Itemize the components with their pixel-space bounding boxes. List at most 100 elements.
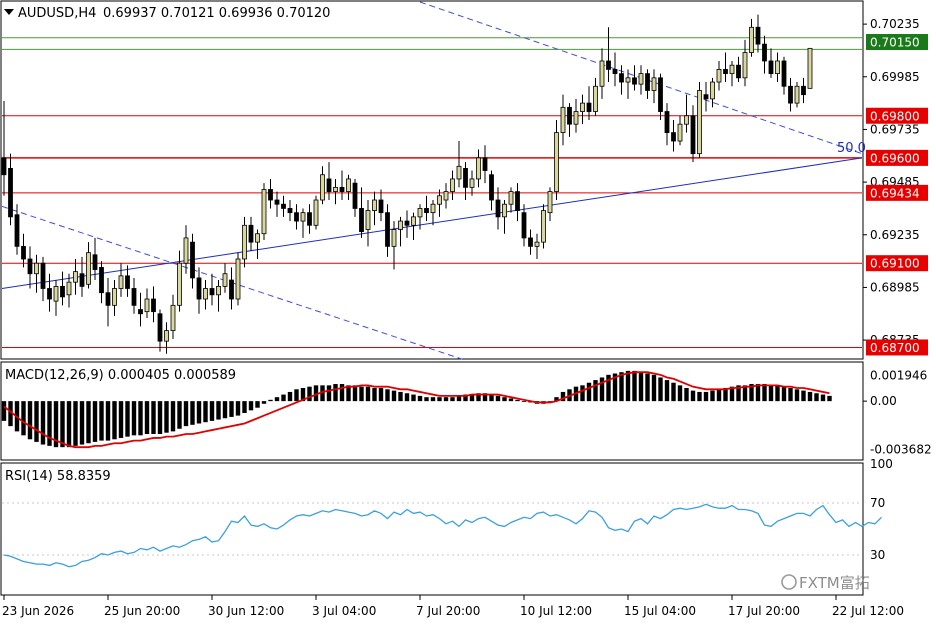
candle[interactable]: [463, 162, 468, 201]
candle[interactable]: [209, 273, 215, 306]
candle[interactable]: [781, 56, 787, 95]
candle[interactable]: [47, 273, 52, 312]
candle[interactable]: [151, 286, 156, 323]
candle[interactable]: [203, 280, 208, 310]
candle[interactable]: [138, 292, 143, 327]
candle[interactable]: [521, 204, 527, 247]
candle[interactable]: [794, 82, 800, 108]
symbol-header[interactable]: AUDUSD,H4 0.69937 0.70121 0.69936 0.7012…: [4, 6, 330, 21]
candle[interactable]: [768, 48, 774, 78]
candle[interactable]: [788, 77, 793, 112]
candle[interactable]: [762, 35, 767, 74]
candle[interactable]: [612, 52, 618, 87]
candle[interactable]: [281, 195, 286, 217]
candle[interactable]: [8, 153, 13, 226]
candle[interactable]: [378, 189, 384, 222]
candle[interactable]: [645, 69, 650, 99]
candle[interactable]: [430, 200, 436, 226]
candle[interactable]: [554, 119, 559, 201]
candle[interactable]: [456, 141, 462, 188]
candle[interactable]: [638, 65, 644, 95]
candle[interactable]: [424, 195, 429, 222]
candle[interactable]: [567, 103, 572, 137]
candle[interactable]: [320, 166, 325, 205]
candle[interactable]: [14, 204, 20, 255]
candle[interactable]: [294, 204, 299, 230]
candle[interactable]: [404, 210, 410, 238]
candle[interactable]: [801, 77, 806, 104]
candle[interactable]: [807, 47, 813, 89]
candle[interactable]: [365, 200, 371, 247]
candle[interactable]: [482, 145, 488, 184]
candle[interactable]: [268, 178, 273, 209]
candle[interactable]: [177, 250, 182, 312]
candle[interactable]: [723, 52, 728, 83]
candle[interactable]: [157, 309, 163, 352]
candle[interactable]: [599, 48, 605, 99]
candle[interactable]: [573, 98, 579, 133]
candle[interactable]: [664, 103, 670, 146]
candle[interactable]: [450, 170, 455, 201]
candle[interactable]: [495, 187, 501, 230]
candle[interactable]: [235, 252, 241, 306]
candle[interactable]: [300, 208, 306, 238]
candle[interactable]: [476, 149, 481, 188]
candle[interactable]: [34, 254, 39, 293]
candle[interactable]: [229, 267, 234, 310]
candle[interactable]: [755, 14, 761, 53]
candle[interactable]: [606, 27, 611, 83]
candle[interactable]: [190, 233, 195, 289]
candle[interactable]: [736, 56, 741, 83]
candle[interactable]: [502, 200, 507, 234]
candle[interactable]: [729, 60, 735, 87]
candle[interactable]: [164, 322, 169, 354]
candle[interactable]: [541, 204, 546, 249]
candle[interactable]: [131, 277, 137, 314]
candle[interactable]: [515, 183, 520, 222]
candle[interactable]: [73, 258, 78, 295]
candle[interactable]: [489, 170, 494, 211]
candle[interactable]: [671, 119, 676, 152]
candle[interactable]: [586, 86, 592, 120]
chevron-down-icon[interactable]: [4, 9, 14, 15]
candle[interactable]: [99, 261, 104, 304]
candle[interactable]: [619, 65, 624, 95]
candle[interactable]: [632, 65, 637, 91]
candle[interactable]: [333, 178, 338, 205]
candle[interactable]: [27, 246, 33, 289]
macd-pane[interactable]: MACD(12,26,9) 0.000405 0.000589: [0, 361, 864, 461]
candle[interactable]: [437, 189, 442, 217]
candle[interactable]: [580, 94, 585, 125]
candle[interactable]: [398, 216, 403, 247]
rsi-pane[interactable]: RSI(14) 58.8359: [0, 462, 882, 596]
candle[interactable]: [742, 39, 748, 87]
candle[interactable]: [261, 183, 267, 241]
candle[interactable]: [144, 288, 150, 318]
candle[interactable]: [307, 204, 312, 234]
candle[interactable]: [593, 77, 598, 116]
candle[interactable]: [651, 69, 657, 104]
candle[interactable]: [703, 82, 709, 112]
candle[interactable]: [469, 170, 475, 196]
candle[interactable]: [339, 170, 345, 201]
candle[interactable]: [242, 216, 247, 268]
rising-trendline[interactable]: [1, 157, 863, 289]
candle[interactable]: [274, 191, 280, 217]
candle[interactable]: [222, 263, 228, 293]
candle[interactable]: [118, 263, 124, 297]
candle[interactable]: [443, 183, 449, 209]
candle[interactable]: [170, 294, 176, 340]
candle[interactable]: [60, 271, 65, 306]
candle[interactable]: [21, 233, 26, 268]
candle[interactable]: [372, 191, 377, 226]
candle[interactable]: [749, 18, 754, 57]
candle[interactable]: [690, 105, 696, 163]
candle[interactable]: [677, 115, 683, 146]
candle[interactable]: [534, 233, 540, 259]
price-pane[interactable]: 50.0 AUDUSD,H4 0.69937 0.70121 0.69936 0…: [0, 0, 866, 361]
candle[interactable]: [359, 187, 364, 238]
candle[interactable]: [86, 242, 91, 289]
candle[interactable]: [105, 277, 111, 327]
candle[interactable]: [40, 256, 46, 302]
candle[interactable]: [560, 94, 566, 146]
